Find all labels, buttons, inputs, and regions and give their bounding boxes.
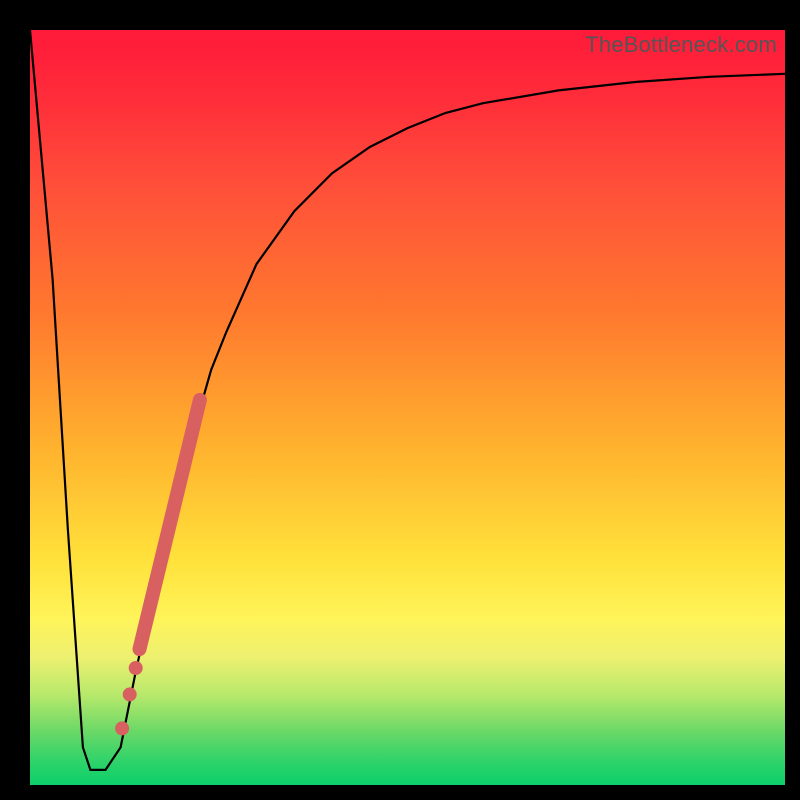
highlight-segment bbox=[140, 400, 200, 649]
curve-layer bbox=[30, 30, 785, 785]
chart-frame: TheBottleneck.com bbox=[0, 0, 800, 800]
highlight-dot bbox=[129, 661, 143, 675]
plot-area: TheBottleneck.com bbox=[30, 30, 785, 785]
highlight-dot bbox=[115, 721, 129, 735]
bottleneck-curve bbox=[30, 30, 785, 770]
highlight-dot bbox=[123, 687, 137, 701]
highlight-dots bbox=[115, 661, 143, 735]
